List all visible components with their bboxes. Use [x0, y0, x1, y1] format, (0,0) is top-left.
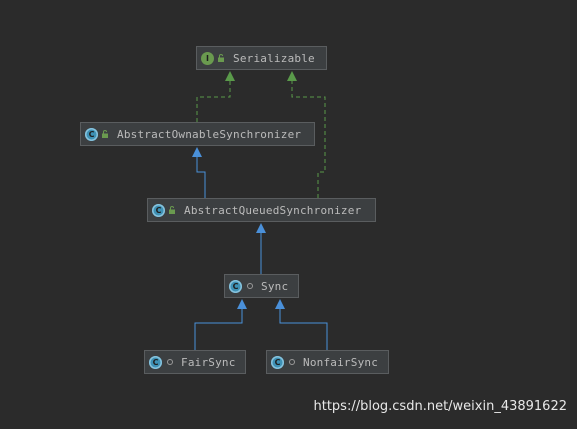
- node-label: AbstractQueuedSynchronizer: [184, 203, 362, 217]
- package-private-icon: [167, 359, 173, 365]
- abstract-class-icon: C: [229, 279, 242, 293]
- edge-nonfairsync-extends-sync: [275, 299, 328, 350]
- public-lock-icon: [168, 206, 176, 214]
- watermark-url: https://blog.csdn.net/weixin_43891622: [313, 399, 567, 414]
- interface-icon: I: [201, 51, 214, 65]
- package-private-icon: [289, 359, 295, 365]
- node-abstract-ownable-synchronizer[interactable]: C AbstractOwnableSynchronizer: [80, 122, 315, 146]
- edge-aqs-extends-aos: [192, 147, 206, 198]
- node-serializable[interactable]: I Serializable: [196, 46, 327, 70]
- package-private-icon: [247, 283, 253, 289]
- public-lock-icon: [217, 54, 225, 62]
- edge-aos-implements-serializable: [196, 71, 235, 122]
- node-label: NonfairSync: [303, 355, 379, 369]
- node-sync[interactable]: C Sync: [224, 274, 299, 298]
- node-nonfair-sync[interactable]: C NonfairSync: [266, 350, 389, 374]
- edge-fairsync-extends-sync: [194, 299, 247, 350]
- class-icon: C: [149, 355, 162, 369]
- node-label: AbstractOwnableSynchronizer: [117, 127, 302, 141]
- node-abstract-queued-synchronizer[interactable]: C AbstractQueuedSynchronizer: [147, 198, 376, 222]
- class-icon: C: [271, 355, 284, 369]
- node-label: Serializable: [233, 51, 315, 65]
- public-lock-icon: [101, 130, 109, 138]
- abstract-class-icon: C: [152, 203, 165, 217]
- node-fair-sync[interactable]: C FairSync: [144, 350, 246, 374]
- abstract-class-icon: C: [85, 127, 98, 141]
- node-label: Sync: [261, 279, 289, 293]
- node-label: FairSync: [181, 355, 236, 369]
